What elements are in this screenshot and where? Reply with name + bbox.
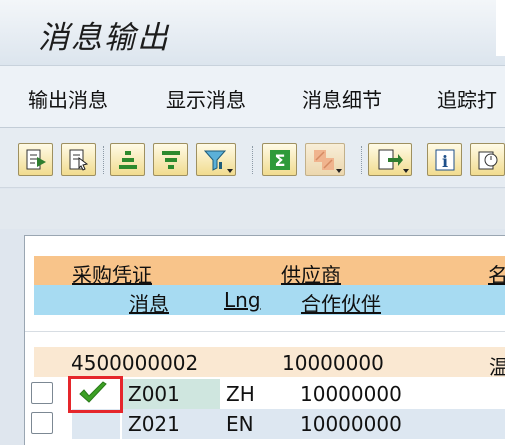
status-highlight-box <box>68 376 123 413</box>
dropdown-arrow-icon <box>227 169 233 173</box>
grid-header-messages: 消息 Lng 合作伙伴 <box>34 285 505 317</box>
menu-item-output-message[interactable]: 输出消息 <box>28 84 108 113</box>
message-type-cell: Z001 <box>122 379 220 409</box>
sort-ascending-icon <box>118 150 137 169</box>
subtotal-button[interactable] <box>305 143 345 176</box>
vendor-number: 10000000 <box>282 351 384 375</box>
menu-bar: 输出消息 显示消息 消息细节 追踪打 <box>0 66 505 128</box>
select-detail-button[interactable] <box>61 143 96 176</box>
toolbar-separator <box>103 146 105 174</box>
status-cell <box>72 409 120 439</box>
filter-button[interactable] <box>196 143 236 176</box>
dropdown-arrow-icon <box>336 169 342 173</box>
sum-button[interactable]: Σ <box>262 143 297 176</box>
column-header-partner[interactable]: 合作伙伴 <box>301 288 381 317</box>
column-header-message[interactable]: 消息 <box>129 288 169 317</box>
vendor-name: 温 <box>489 351 505 380</box>
menu-item-trace[interactable]: 追踪打 <box>437 84 497 113</box>
column-header-language[interactable]: Lng <box>224 288 261 312</box>
choose-detail-icon <box>26 149 46 169</box>
svg-text:i: i <box>441 152 447 171</box>
window-title: 消息输出 <box>38 20 170 56</box>
partner-cell: 10000000 <box>292 409 505 439</box>
purchase-doc-row[interactable]: 4500000002 10000000 温 <box>34 347 505 380</box>
sort-descending-icon <box>161 150 180 169</box>
message-row[interactable]: Z021 EN 10000000 <box>25 409 505 439</box>
message-type-cell: Z021 <box>122 409 220 439</box>
dropdown-arrow-icon <box>403 169 409 173</box>
sum-icon: Σ <box>269 149 290 170</box>
filter-icon <box>203 150 227 171</box>
title-bar: 消息输出 <box>0 0 505 66</box>
message-output-grid: 采购凭证 供应商 名 消息 Lng 合作伙伴 4500000002 100000… <box>24 235 505 445</box>
select-detail-icon <box>69 149 88 171</box>
language-cell: EN <box>220 409 292 439</box>
svg-text:Σ: Σ <box>274 151 285 170</box>
layout-icon <box>478 151 497 169</box>
export-icon <box>378 149 403 169</box>
layout-button[interactable] <box>470 143 505 176</box>
info-icon: i <box>435 149 454 171</box>
title-bar-edge <box>496 0 505 56</box>
subtotal-icon <box>314 149 334 170</box>
info-button[interactable]: i <box>427 143 462 176</box>
purchase-doc-number: 4500000002 <box>71 351 199 375</box>
row-select-checkbox[interactable] <box>31 412 53 434</box>
language-cell: ZH <box>220 379 292 409</box>
application-toolbar: Σ i <box>0 128 505 188</box>
grid-divider <box>25 331 505 332</box>
menu-item-display-message[interactable]: 显示消息 <box>166 84 246 113</box>
toolbar-spacer <box>0 189 505 229</box>
sort-ascending-button[interactable] <box>110 143 145 176</box>
toolbar-separator <box>361 146 363 174</box>
column-header-vendor[interactable]: 供应商 <box>281 259 341 288</box>
partner-cell: 10000000 <box>292 379 505 409</box>
sort-descending-button[interactable] <box>153 143 188 176</box>
choose-detail-button[interactable] <box>18 143 53 176</box>
column-header-purchase-doc[interactable]: 采购凭证 <box>72 259 152 288</box>
grid-header-main: 采购凭证 供应商 名 <box>34 256 505 288</box>
row-select-checkbox[interactable] <box>31 382 53 404</box>
toolbar-separator <box>252 146 254 174</box>
menu-item-message-details[interactable]: 消息细节 <box>302 84 382 113</box>
export-button[interactable] <box>368 143 412 176</box>
column-header-name[interactable]: 名 <box>488 259 505 288</box>
